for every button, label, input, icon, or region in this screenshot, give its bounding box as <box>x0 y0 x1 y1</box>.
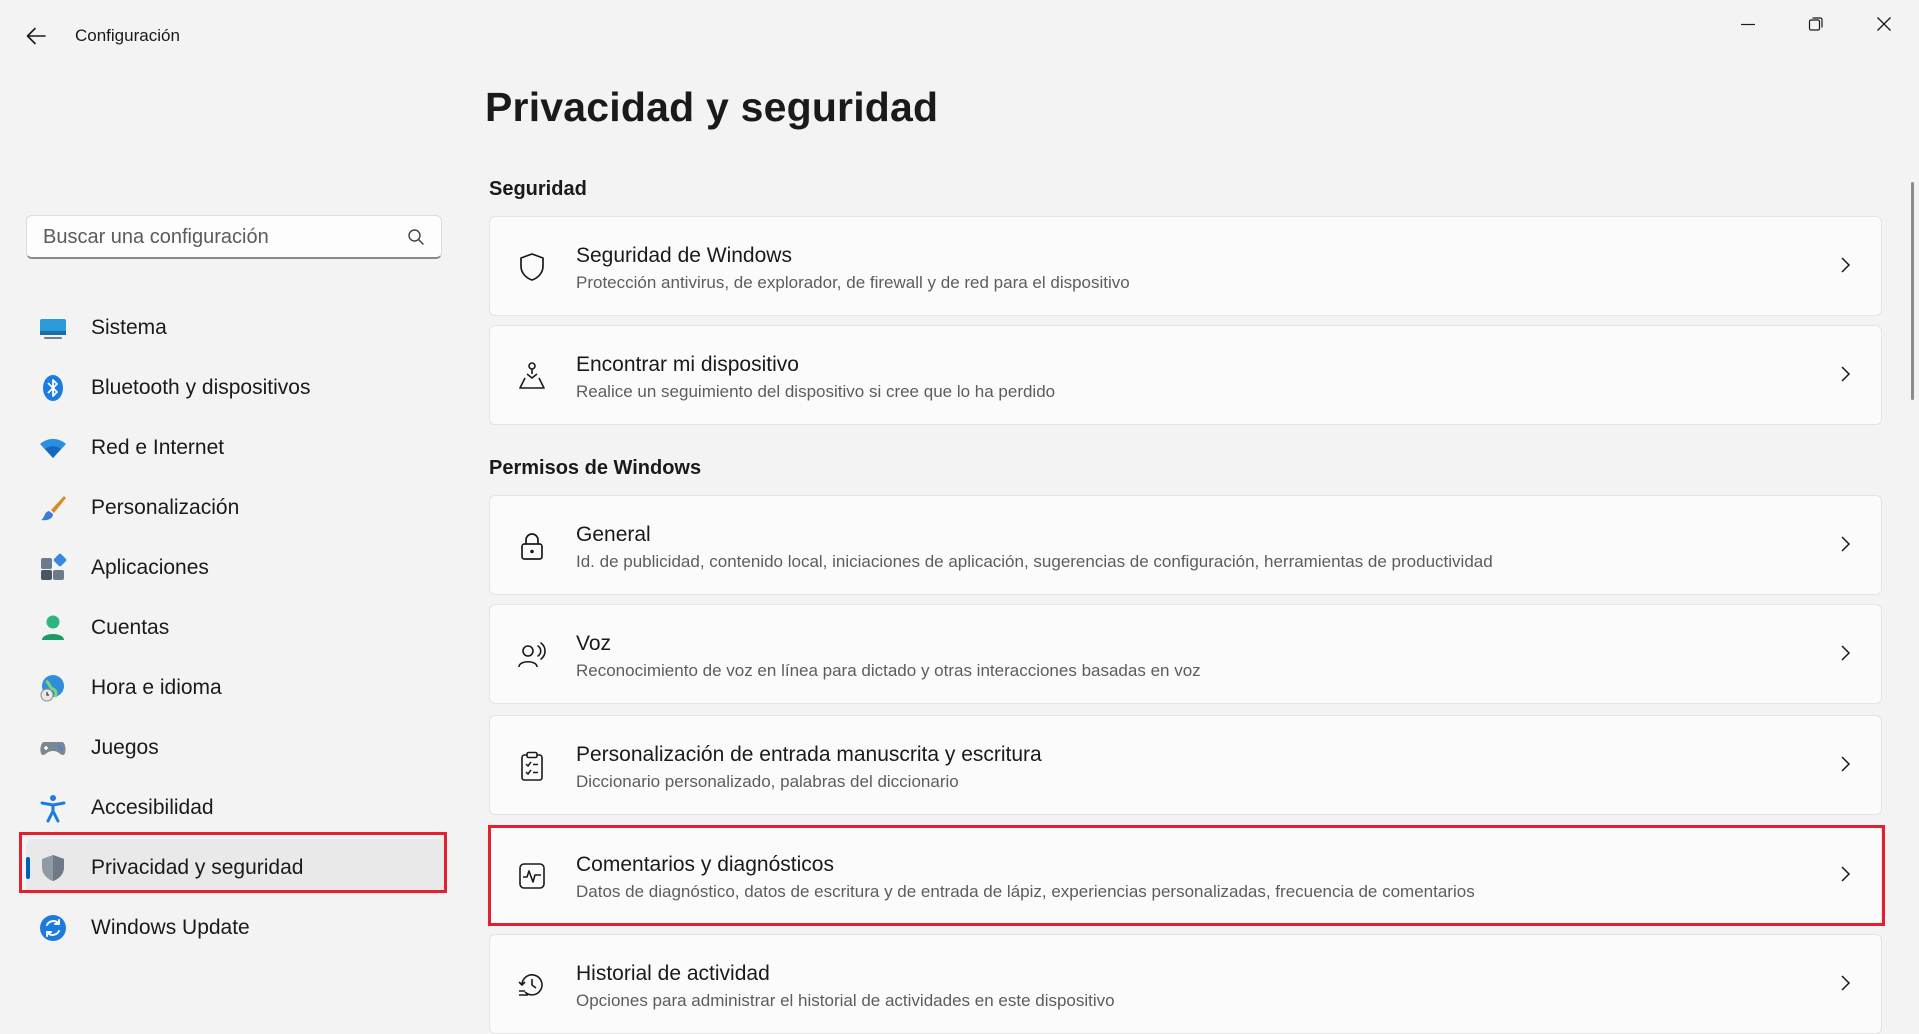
card-encontrar-dispositivo[interactable]: Encontrar mi dispositivo Realice un segu… <box>489 325 1882 425</box>
sidebar-item-sistema[interactable]: Sistema <box>26 299 446 355</box>
card-title: Voz <box>576 632 612 655</box>
globe-clock-icon <box>40 675 64 702</box>
lock-icon <box>521 533 543 560</box>
search-box[interactable] <box>26 215 442 259</box>
location-person-icon <box>519 362 545 389</box>
card-historial-actividad[interactable]: Historial de actividad Opciones para adm… <box>489 934 1882 1034</box>
card-entrada-manuscrita[interactable]: Personalización de entrada manuscrita y … <box>489 715 1882 815</box>
page-title: Privacidad y seguridad <box>485 84 939 130</box>
back-button[interactable] <box>20 20 52 52</box>
wifi-icon <box>40 438 66 458</box>
back-arrow-icon <box>26 27 46 45</box>
diagnostics-pulse-icon <box>519 863 545 889</box>
close-icon <box>1877 17 1891 31</box>
sidebar-item-aplicaciones[interactable]: Aplicaciones <box>26 539 446 595</box>
sidebar-item-privacidad[interactable]: Privacidad y seguridad <box>26 839 446 895</box>
restore-button[interactable] <box>1782 0 1850 48</box>
gamepad-icon <box>40 742 66 755</box>
sidebar-item-cuentas[interactable]: Cuentas <box>26 599 446 655</box>
sidebar-item-label: Windows Update <box>91 916 250 939</box>
update-icon <box>40 915 66 941</box>
sidebar-item-accesibilidad[interactable]: Accesibilidad <box>26 779 446 835</box>
card-description: Id. de publicidad, contenido local, inic… <box>576 552 1493 571</box>
sidebar-item-label: Personalización <box>91 496 240 519</box>
sidebar-item-bluetooth[interactable]: Bluetooth y dispositivos <box>26 359 446 415</box>
sidebar-item-label: Cuentas <box>91 616 170 639</box>
system-monitor-icon <box>40 319 66 339</box>
search-input[interactable] <box>41 216 405 258</box>
sidebar-item-hora[interactable]: Hora e idioma <box>26 659 446 715</box>
title-bar: Configuración <box>0 0 1919 72</box>
sidebar-item-red[interactable]: Red e Internet <box>26 419 446 475</box>
card-description: Reconocimiento de voz en línea para dict… <box>576 661 1201 680</box>
sidebar-item-label: Accesibilidad <box>91 796 214 819</box>
sidebar-item-windows-update[interactable]: Windows Update <box>26 899 446 955</box>
clipboard-checklist-icon <box>521 751 543 781</box>
chevron-right-icon <box>1841 975 1851 991</box>
sidebar-item-label: Sistema <box>91 316 167 339</box>
minimize-button[interactable] <box>1714 0 1782 48</box>
voice-person-icon <box>518 642 546 668</box>
person-icon <box>42 615 64 640</box>
paintbrush-icon <box>41 496 66 521</box>
card-title: Encontrar mi dispositivo <box>576 353 799 376</box>
app-title: Configuración <box>75 26 180 45</box>
sidebar-item-label: Aplicaciones <box>91 556 209 579</box>
card-title: Seguridad de Windows <box>576 244 792 267</box>
chevron-right-icon <box>1841 756 1851 772</box>
section-title-seguridad: Seguridad <box>489 178 587 200</box>
sidebar-item-label: Privacidad y seguridad <box>91 856 304 879</box>
card-title: Comentarios y diagnósticos <box>576 853 834 876</box>
sidebar-item-label: Red e Internet <box>91 436 225 459</box>
search-icon[interactable] <box>407 228 425 246</box>
section-title-permisos: Permisos de Windows <box>489 457 702 479</box>
apps-grid-icon <box>41 553 67 580</box>
card-title: Historial de actividad <box>576 962 770 985</box>
card-title: General <box>576 523 651 546</box>
shield-icon <box>42 855 64 881</box>
minimize-icon <box>1741 23 1755 26</box>
shield-outline-icon <box>520 253 544 281</box>
chevron-right-icon <box>1841 366 1851 382</box>
bluetooth-icon <box>43 375 63 401</box>
card-description: Opciones para administrar el historial d… <box>576 991 1115 1010</box>
chevron-right-icon <box>1841 257 1851 273</box>
chevron-right-icon <box>1841 536 1851 552</box>
card-general[interactable]: General Id. de publicidad, contenido loc… <box>489 495 1882 595</box>
card-description: Realice un seguimiento del dispositivo s… <box>576 382 1056 401</box>
sidebar-item-label: Bluetooth y dispositivos <box>91 376 311 399</box>
history-icon <box>518 974 543 996</box>
close-button[interactable] <box>1850 0 1918 48</box>
chevron-right-icon <box>1841 645 1851 661</box>
card-title: Personalización de entrada manuscrita y … <box>576 743 1042 766</box>
card-description: Protección antivirus, de explorador, de … <box>576 273 1130 292</box>
sidebar-item-personalizacion[interactable]: Personalización <box>26 479 446 535</box>
card-description: Diccionario personalizado, palabras del … <box>576 772 959 791</box>
sidebar-item-juegos[interactable]: Juegos <box>26 719 446 775</box>
restore-icon <box>1808 17 1823 31</box>
card-comentarios-diagnosticos[interactable]: Comentarios y diagnósticos Datos de diag… <box>489 825 1882 925</box>
scrollbar-thumb[interactable] <box>1911 182 1914 400</box>
sidebar-item-label: Juegos <box>91 736 159 759</box>
sidebar-nav: Sistema Bluetooth y dispositivos Red e I… <box>26 299 446 959</box>
accessibility-icon <box>40 795 66 823</box>
chevron-right-icon <box>1841 866 1851 882</box>
card-voz[interactable]: Voz Reconocimiento de voz en línea para … <box>489 604 1882 704</box>
card-seguridad-windows[interactable]: Seguridad de Windows Protección antiviru… <box>489 216 1882 316</box>
card-description: Datos de diagnóstico, datos de escritura… <box>576 882 1475 901</box>
sidebar-item-label: Hora e idioma <box>91 676 222 699</box>
